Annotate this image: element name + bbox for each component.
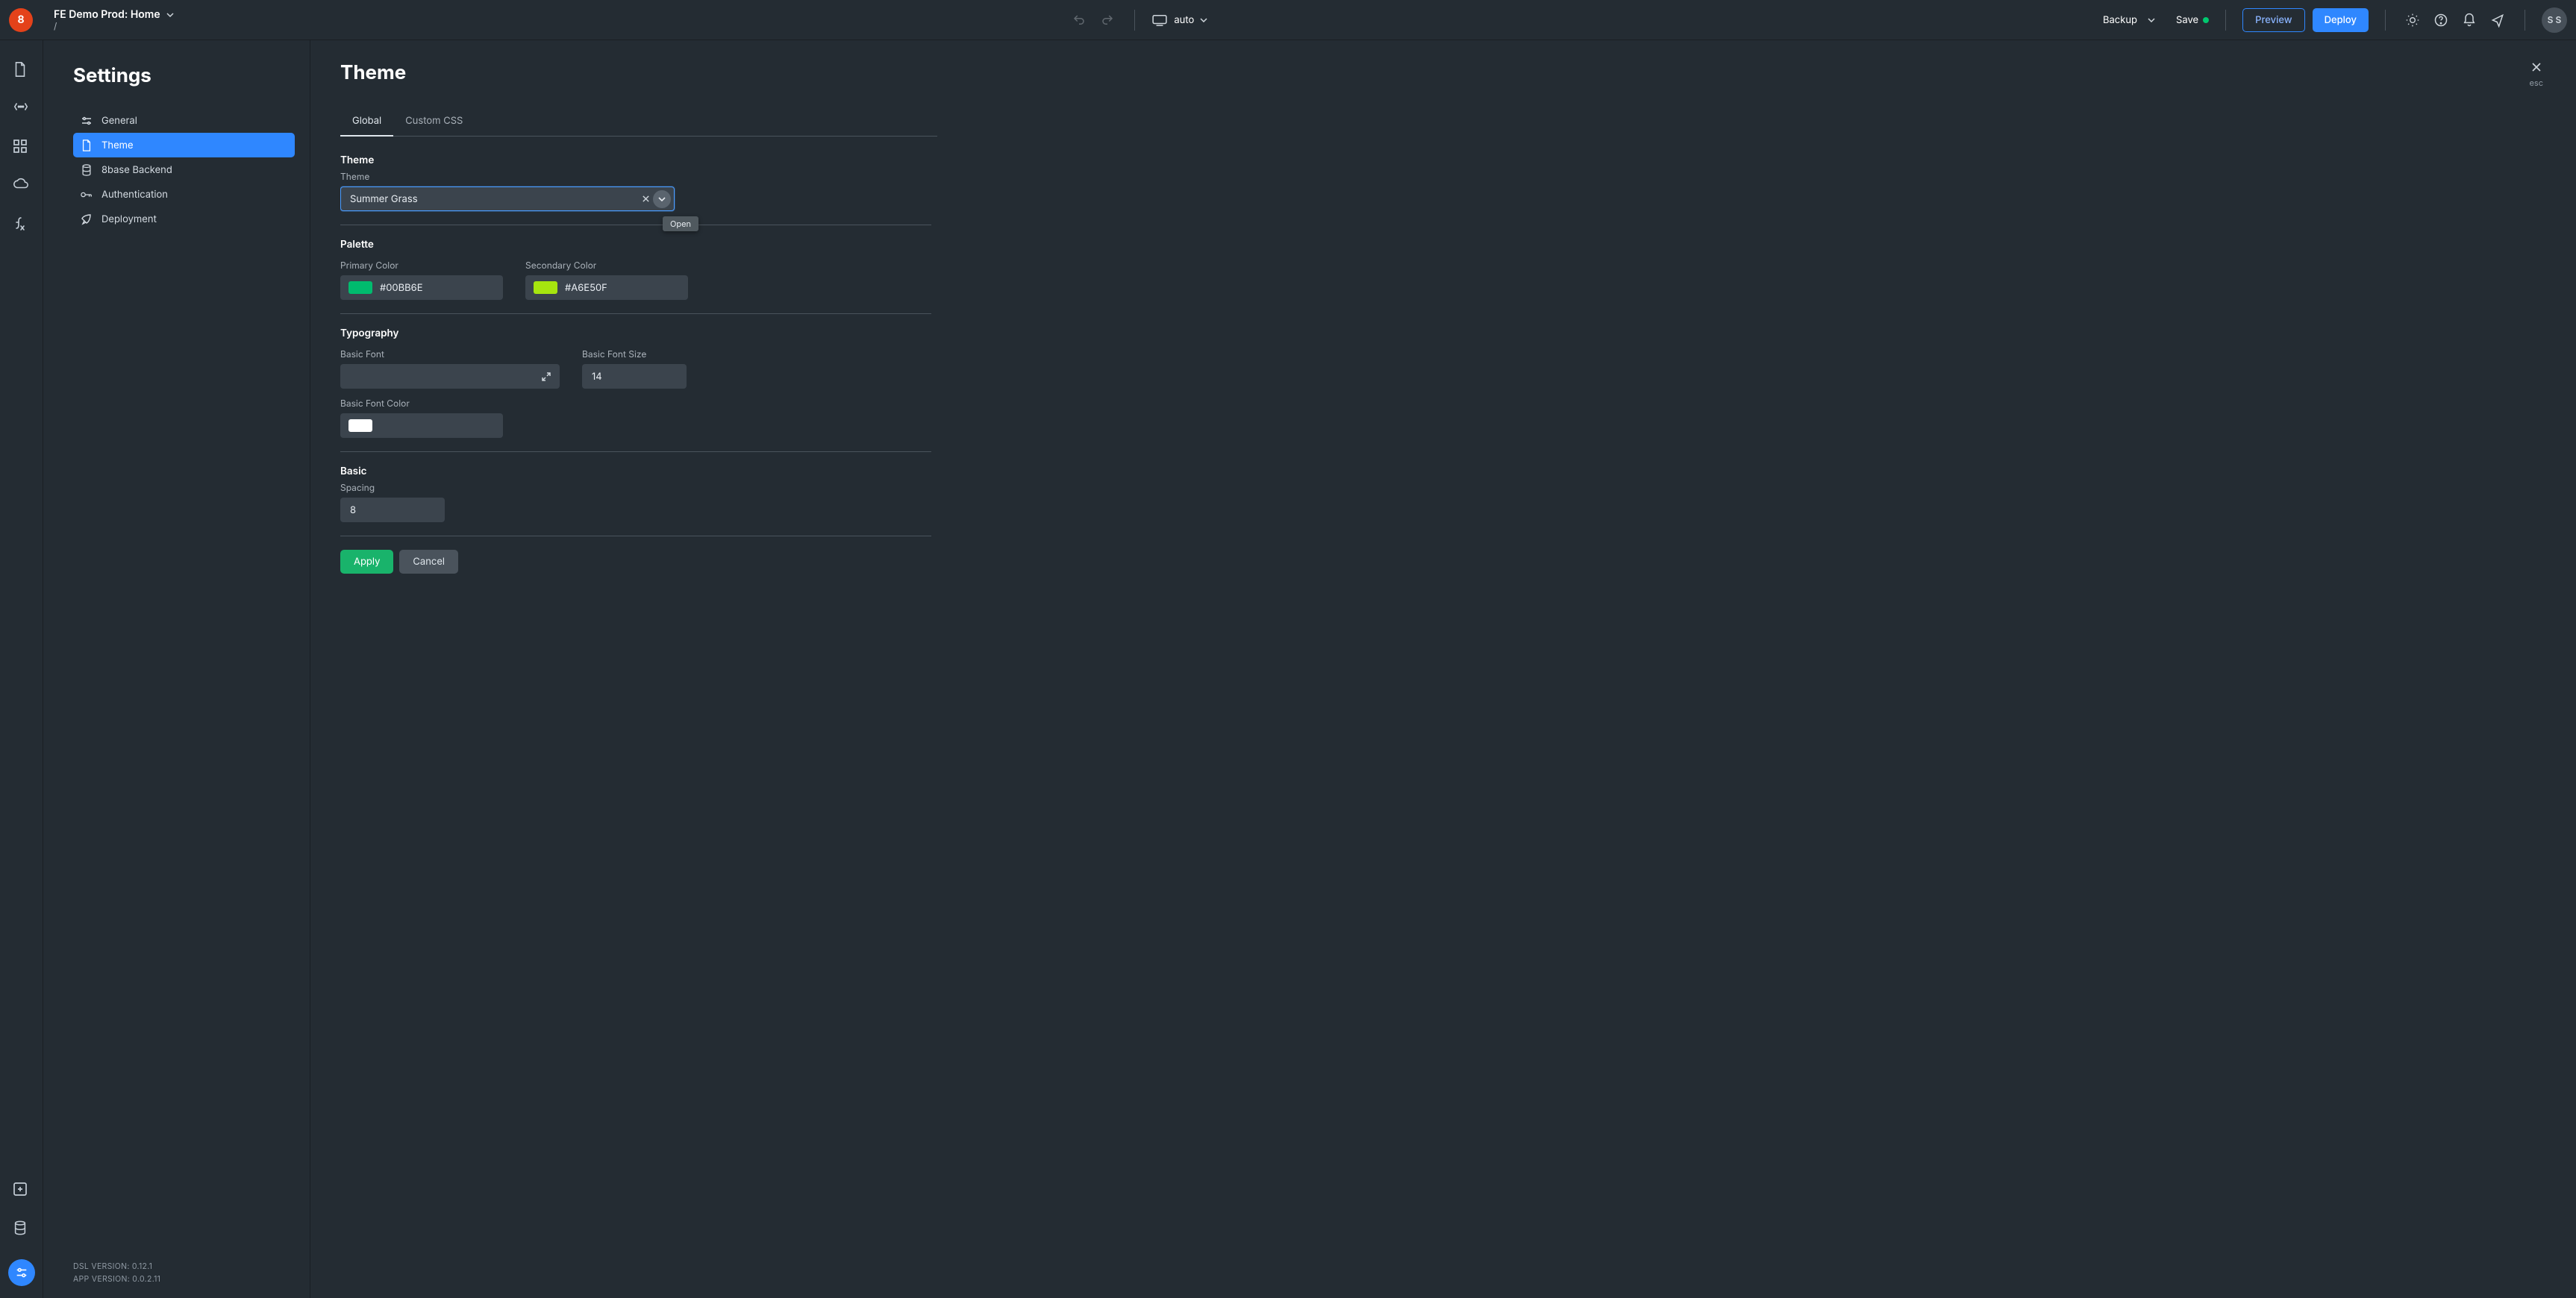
version-info: DSL VERSION: 0.12.1 APP VERSION: 0.0.2.1… [73, 1261, 295, 1286]
deploy-button[interactable]: Deploy [2313, 8, 2369, 32]
settings-sidebar: Settings General Theme 8base Backend Aut… [43, 40, 310, 1298]
section-typography-heading: Typography [340, 327, 931, 339]
project-name: FE Demo Prod: Home [54, 9, 160, 21]
device-mode-label: auto [1174, 14, 1194, 26]
page-title: Theme [340, 61, 406, 84]
basic-font-input[interactable] [340, 364, 560, 389]
sidebar-item-label: General [101, 115, 137, 127]
undo-icon[interactable] [1069, 10, 1090, 31]
primary-color-value: #00BB6E [380, 282, 423, 294]
esc-label: esc [2529, 78, 2543, 88]
sidebar-item-authentication[interactable]: Authentication [73, 182, 295, 207]
rail-cloud-icon[interactable] [13, 178, 31, 195]
primary-color-swatch [348, 281, 372, 294]
dsl-version: DSL VERSION: 0.12.1 [73, 1261, 295, 1273]
section-palette-heading: Palette [340, 239, 931, 251]
rail-components-icon[interactable] [13, 139, 31, 157]
basic-font-label: Basic Font [340, 348, 560, 360]
rail-functions-icon[interactable] [13, 216, 31, 234]
secondary-color-swatch [534, 281, 557, 294]
rail-assets-icon[interactable] [13, 1182, 31, 1200]
backup-chevron-down-icon [2148, 18, 2155, 22]
tab-custom-css[interactable]: Custom CSS [393, 106, 475, 136]
sidebar-item-theme[interactable]: Theme [73, 133, 295, 157]
backup-dropdown[interactable]: Backup [2103, 14, 2155, 26]
theme-select[interactable] [340, 186, 675, 211]
save-status-dot-icon [2203, 17, 2209, 23]
basic-font-size-value[interactable] [590, 370, 744, 383]
avatar-initials: S S [2548, 14, 2562, 25]
redo-icon[interactable] [1097, 10, 1118, 31]
rail-pages-icon[interactable] [13, 61, 31, 79]
basic-font-color-input[interactable] [340, 413, 503, 438]
basic-font-size-input[interactable] [582, 364, 687, 389]
sidebar-item-label: Deployment [101, 213, 157, 225]
rail-state-icon[interactable] [13, 100, 31, 118]
sidebar-item-deployment[interactable]: Deployment [73, 207, 295, 231]
top-bar: 8 FE Demo Prod: Home / auto Backup Save [0, 0, 2576, 40]
main-panel: Theme esc Global Custom CSS Theme Theme [310, 40, 2576, 1298]
primary-color-label: Primary Color [340, 260, 503, 271]
project-block: FE Demo Prod: Home / [54, 9, 174, 31]
close-panel-button[interactable]: esc [2529, 61, 2543, 88]
theme-select-toggle[interactable] [653, 190, 671, 208]
left-rail [0, 40, 43, 1298]
save-label: Save [2176, 14, 2198, 26]
app-version: APP VERSION: 0.0.2.11 [73, 1273, 295, 1286]
spacing-label: Spacing [340, 482, 931, 493]
sidebar-item-label: Theme [101, 139, 134, 151]
basic-font-color-label: Basic Font Color [340, 398, 931, 409]
rail-data-icon[interactable] [13, 1220, 31, 1238]
theme-select-clear-icon[interactable] [642, 195, 650, 203]
device-mode-selector[interactable]: auto [1151, 14, 1207, 26]
secondary-color-value: #A6E50F [565, 282, 607, 294]
breadcrumb: / [54, 21, 174, 31]
preview-button[interactable]: Preview [2242, 8, 2304, 32]
avatar[interactable]: S S [2542, 7, 2567, 33]
theme-select-value[interactable] [348, 192, 642, 206]
backup-label: Backup [2103, 14, 2137, 26]
section-theme-heading: Theme [340, 154, 931, 166]
theme-field-label: Theme [340, 171, 931, 182]
expand-icon[interactable] [541, 371, 551, 382]
sidebar-item-label: 8base Backend [101, 164, 172, 176]
spacing-value[interactable] [348, 504, 502, 517]
primary-color-input[interactable]: #00BB6E [340, 275, 503, 300]
sidebar-item-backend[interactable]: 8base Backend [73, 157, 295, 182]
section-basic-heading: Basic [340, 465, 931, 477]
logo-icon[interactable]: 8 [9, 8, 33, 32]
settings-title: Settings [73, 64, 295, 87]
share-icon[interactable] [2487, 10, 2508, 31]
theme-mode-icon[interactable] [2402, 10, 2423, 31]
project-chevron-down-icon[interactable] [166, 11, 174, 19]
open-tooltip: Open [663, 216, 698, 231]
sidebar-item-label: Authentication [101, 189, 168, 201]
cancel-button[interactable]: Cancel [399, 550, 458, 574]
spacing-input[interactable] [340, 498, 445, 522]
close-icon [2530, 61, 2542, 73]
rail-settings-fab[interactable] [8, 1259, 35, 1286]
help-icon[interactable] [2430, 10, 2451, 31]
theme-tabs: Global Custom CSS [340, 106, 937, 137]
basic-font-color-swatch [348, 419, 372, 432]
save-status[interactable]: Save [2176, 14, 2209, 26]
secondary-color-input[interactable]: #A6E50F [525, 275, 688, 300]
secondary-color-label: Secondary Color [525, 260, 688, 271]
notifications-icon[interactable] [2459, 10, 2480, 31]
tab-global[interactable]: Global [340, 106, 393, 136]
apply-button[interactable]: Apply [340, 550, 393, 574]
sidebar-item-general[interactable]: General [73, 108, 295, 133]
basic-font-size-label: Basic Font Size [582, 348, 687, 360]
